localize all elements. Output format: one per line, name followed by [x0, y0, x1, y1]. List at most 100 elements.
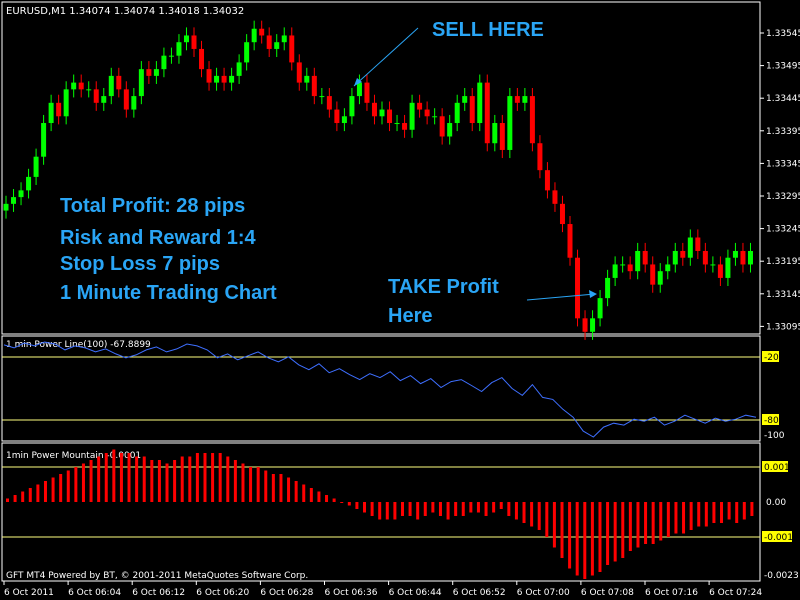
- candle-body: [597, 298, 603, 319]
- power-mountain-bar: [97, 456, 101, 502]
- candle-body: [544, 170, 550, 191]
- power-mountain-bar: [218, 453, 222, 502]
- candle-body: [371, 102, 377, 117]
- power-mountain-bar: [287, 477, 291, 502]
- price-tick-label: 1.33445: [766, 94, 800, 104]
- candle-body: [266, 35, 272, 49]
- power-mountain-bar: [431, 502, 435, 513]
- power-mountain-bar: [135, 456, 139, 502]
- power-mountain-bar: [750, 502, 754, 516]
- candle-body: [221, 75, 227, 83]
- candle-body: [672, 250, 678, 265]
- power-mountain-bar: [735, 502, 739, 523]
- candle-body: [627, 264, 633, 272]
- take-profit-arrow-head: [589, 290, 597, 298]
- candle-body: [108, 75, 114, 97]
- power-mountain-bar: [385, 502, 389, 520]
- power-mountain-bar: [507, 502, 511, 516]
- power-mountain-bar: [636, 502, 640, 548]
- candle-body: [379, 109, 385, 117]
- candle-body: [507, 96, 513, 150]
- candle-body: [176, 42, 182, 56]
- price-tick-label: 1.33245: [766, 225, 800, 235]
- power-mountain-bar: [211, 453, 215, 502]
- power-mountain-bar: [59, 474, 63, 502]
- candle-body: [499, 123, 505, 150]
- price-tick-label: 1.33395: [766, 127, 800, 137]
- candle-body: [575, 257, 581, 319]
- chart-canvas[interactable]: EURUSD,M1 1.34074 1.34074 1.34018 1.3403…: [0, 0, 800, 600]
- candle-body: [529, 96, 535, 144]
- candle-body: [642, 250, 648, 265]
- candle-body: [462, 96, 468, 103]
- candle-body: [229, 75, 235, 83]
- power-mountain-bar: [256, 467, 260, 502]
- power-mountain-bar: [119, 453, 123, 502]
- price-tick-label: 1.33345: [766, 159, 800, 169]
- power-mountain-bar: [36, 484, 40, 502]
- power-line-series: [3, 341, 757, 438]
- power-mountain-bar: [241, 463, 245, 502]
- candle-body: [191, 35, 197, 49]
- candle-body: [18, 190, 24, 198]
- candle-body: [116, 75, 122, 90]
- candle-body: [168, 55, 174, 57]
- power-mountain-bar: [165, 463, 169, 502]
- power-mountain-bar: [697, 502, 701, 527]
- candle-body: [514, 96, 520, 103]
- time-tick-label: 6 Oct 06:12: [132, 588, 185, 598]
- power-mountain-bar: [590, 502, 594, 576]
- power-mountain-bar: [157, 460, 161, 502]
- price-tick-label: 1.33495: [766, 62, 800, 72]
- candle-body: [477, 82, 483, 124]
- power-mountain-bar: [560, 502, 564, 558]
- stat-total-profit: Total Profit: 28 pips: [60, 195, 245, 217]
- power-mountain-bar: [545, 502, 549, 537]
- power-mountain-bar: [271, 474, 275, 502]
- power-mountain-bar: [568, 502, 572, 569]
- candle-body: [409, 102, 415, 130]
- power-line-level-upper-label: -20: [764, 353, 779, 363]
- power-mountain-zero-label: 0.00: [766, 498, 786, 508]
- power-mountain-bar: [537, 502, 541, 530]
- candle-body: [612, 264, 618, 278]
- candle-body: [161, 55, 167, 70]
- power-mountain-bar: [302, 484, 306, 502]
- power-mountain-bar: [378, 502, 382, 520]
- power-mountain-bar: [522, 502, 526, 523]
- candle-body: [695, 237, 701, 251]
- power-line-level-lower-label: -80: [764, 416, 779, 426]
- power-mountain-bar: [598, 502, 602, 572]
- stat-risk-reward: Risk and Reward 1:4: [60, 227, 257, 249]
- power-mountain-min-label: -0.0023: [764, 571, 799, 581]
- power-mountain-bar: [621, 502, 625, 558]
- price-tick-label: 1.33195: [766, 257, 800, 267]
- candle-body: [492, 123, 498, 144]
- power-mountain-bar: [180, 456, 184, 502]
- power-mountain-bar: [279, 474, 283, 502]
- candle-body: [206, 69, 212, 83]
- power-mountain-bar: [66, 470, 70, 502]
- power-mountain-bar: [727, 502, 731, 520]
- candle-body: [304, 75, 310, 83]
- candle-body: [620, 264, 626, 266]
- power-mountain-bar: [249, 467, 253, 502]
- main-header: EURUSD,M1 1.34074 1.34074 1.34018 1.3403…: [6, 6, 244, 17]
- candle-body: [522, 96, 528, 103]
- sell-here-label: SELL HERE: [432, 19, 544, 41]
- power-mountain-bar: [127, 453, 131, 502]
- power-mountain-bar: [476, 502, 480, 513]
- take-profit-here-label: Here: [388, 305, 432, 327]
- price-tick-label: 1.33095: [766, 322, 800, 332]
- stat-timeframe: 1 Minute Trading Chart: [60, 282, 277, 304]
- power-line-header: 1 min Power Line(100) -67.8899: [6, 340, 151, 350]
- power-mountain-bar: [704, 502, 708, 527]
- power-mountain-bar: [575, 502, 579, 576]
- power-mountain-bar: [317, 491, 321, 502]
- time-tick-label: 6 Oct 06:04: [68, 588, 121, 598]
- power-mountain-bar: [142, 456, 146, 502]
- time-tick-label: 6 Oct 07:24: [709, 588, 762, 598]
- candle-body: [710, 264, 716, 266]
- power-mountain-bar: [363, 502, 367, 513]
- power-mountain-bar: [454, 502, 458, 516]
